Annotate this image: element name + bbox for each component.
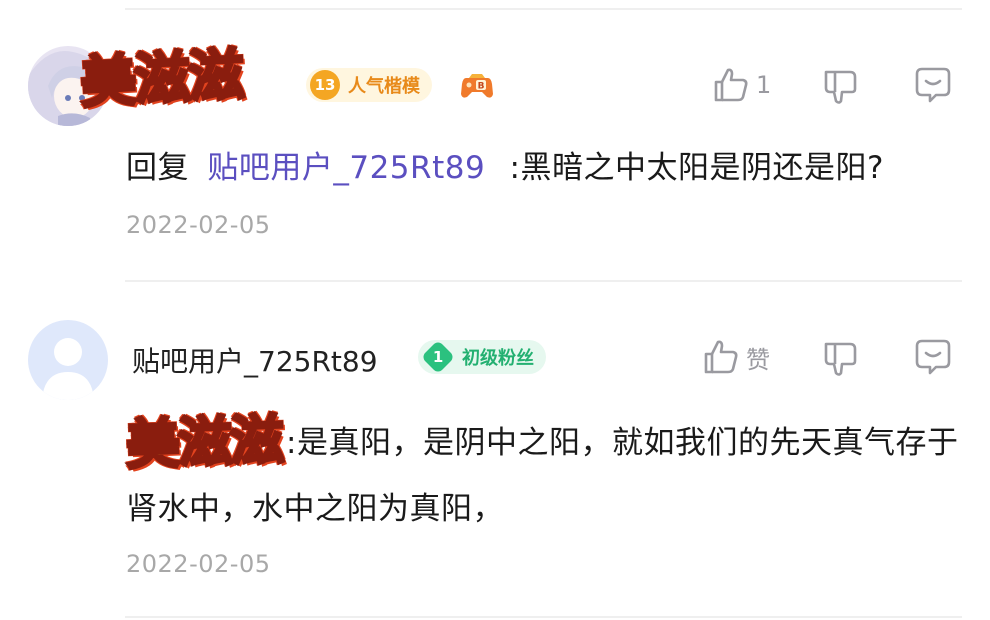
comment-item-1: 美滋滋 13 人气楷模 B 1 回复 贴吧用户_725Rt89:黑暗之中太阳是… <box>0 0 990 280</box>
thumbs-down-icon <box>824 342 857 376</box>
like-count: 1 <box>756 71 772 99</box>
avatar-default-icon <box>28 320 108 400</box>
comment-date: 2022-02-05 <box>126 211 271 239</box>
comment-date: 2022-02-05 <box>126 550 271 578</box>
like-button[interactable]: 赞 <box>702 338 770 376</box>
comment-icon <box>915 67 951 103</box>
thumbs-up-icon <box>704 340 738 374</box>
comment-body: 美滋滋:是真阳，是阴中之阳，就如我们的先天真气存于肾水中，水中之阳为真阳， <box>123 407 960 542</box>
dislike-button[interactable] <box>822 68 860 106</box>
username[interactable]: 贴吧用户_725Rt89 <box>132 340 378 380</box>
level-badge[interactable]: 1 初级粉丝 <box>418 340 546 374</box>
game-controller-icon: B <box>460 68 494 106</box>
comment-icon <box>915 339 951 375</box>
like-button[interactable]: 1 <box>712 66 771 104</box>
level-badge[interactable]: 13 人气楷模 <box>306 68 432 102</box>
user-avatar[interactable] <box>28 320 108 400</box>
comment-item-2: 贴吧用户_725Rt89 1 初级粉丝 赞 美滋滋:是真阳，是阴中之阳，就如我们… <box>0 282 990 618</box>
level-title: 初级粉丝 <box>462 348 534 369</box>
svg-text:B: B <box>478 82 485 92</box>
reply-button[interactable] <box>914 66 952 104</box>
username[interactable]: 美滋滋 <box>77 30 245 119</box>
comment-thread: 美滋滋 13 人气楷模 B 1 回复 贴吧用户_725Rt89:黑暗之中太阳是… <box>0 0 990 620</box>
reply-target-link[interactable]: 贴吧用户_725Rt89 <box>207 150 485 186</box>
level-number: 13 <box>310 70 340 100</box>
thumbs-down-icon <box>824 70 857 104</box>
level-number: 1 <box>421 340 455 374</box>
thumbs-up-icon <box>714 68 748 102</box>
like-label: 赞 <box>746 345 770 374</box>
mention-sticker[interactable]: 美滋滋 <box>123 407 284 478</box>
comment-text: :黑暗之中太阳是阴还是阳? <box>509 150 884 186</box>
reply-button[interactable] <box>914 338 952 376</box>
divider-bottom <box>125 616 962 618</box>
comment-body: 回复 贴吧用户_725Rt89 :黑暗之中太阳是阴还是阳? <box>126 135 960 201</box>
dislike-button[interactable] <box>822 340 860 378</box>
level-title: 人气楷模 <box>348 76 420 97</box>
reply-prefix: 回复 <box>126 150 189 186</box>
